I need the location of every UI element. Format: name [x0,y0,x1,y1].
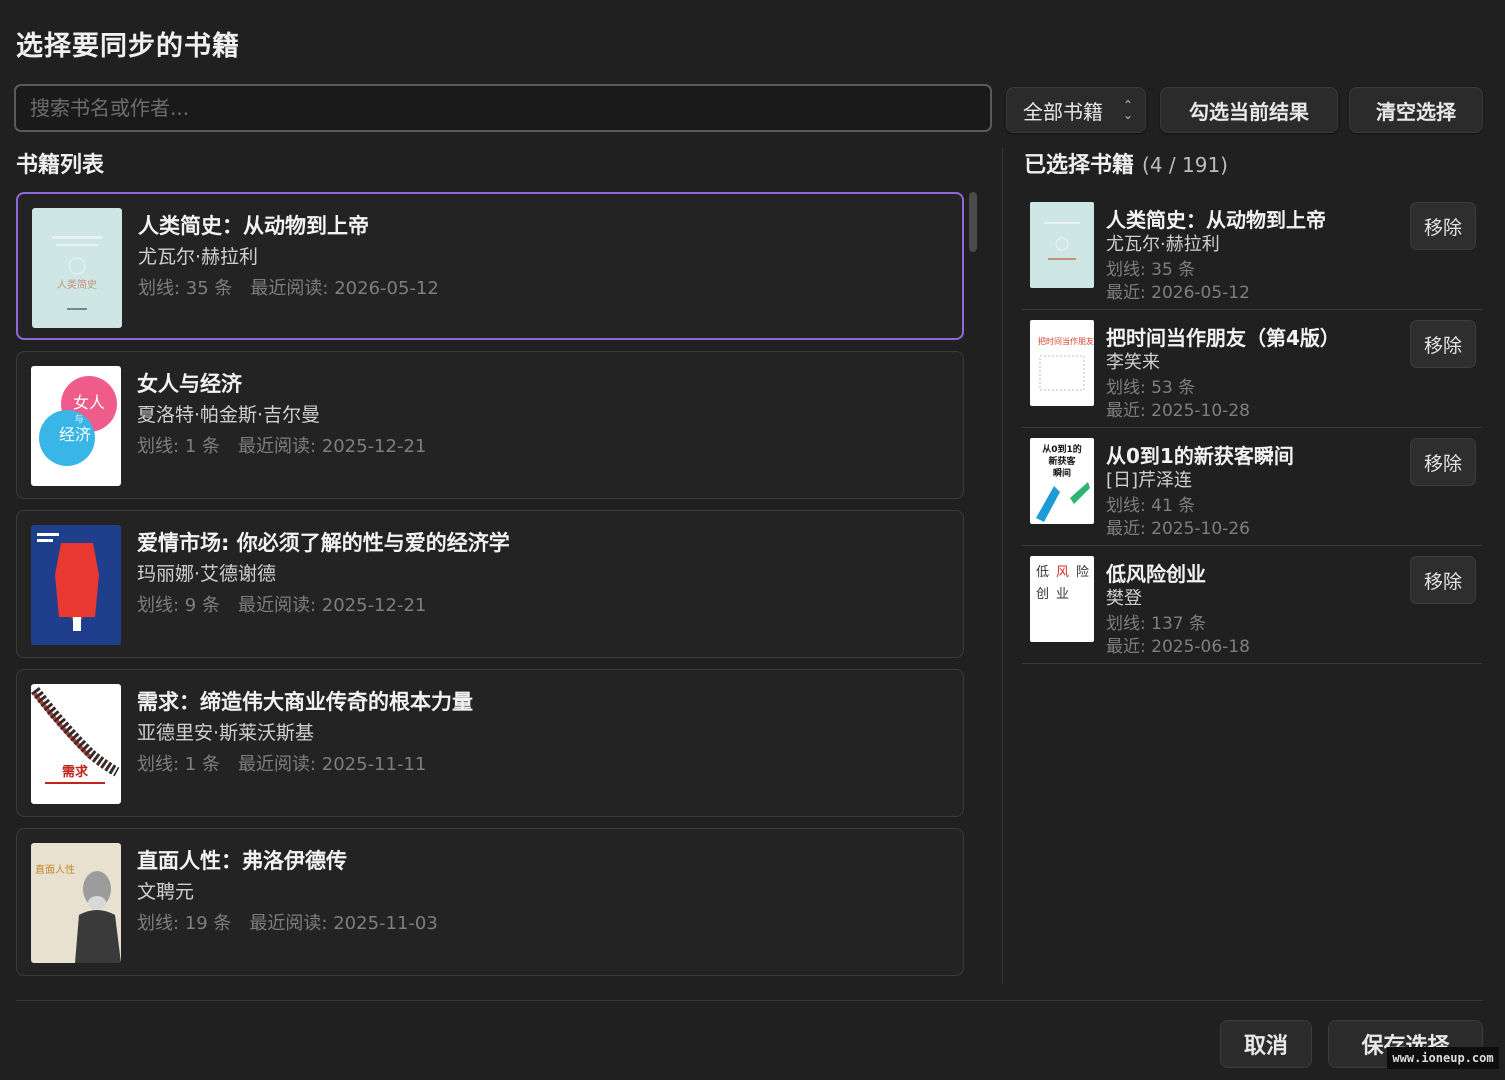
book-card[interactable]: 直面人性 直面人性：弗洛伊德传 文聘元 划线: 19 条最近阅读: 2025-1… [16,828,964,976]
book-cover [1030,202,1094,288]
cover-text: 低 [1036,565,1049,580]
book-highlights: 划线: 19 条 [137,913,232,934]
cover-text: 新获客 [1048,455,1076,467]
selected-item: 低 风 险 创 业 低风险创业 樊登 划线: 137 条 最近: 2025-06… [1022,546,1482,664]
book-last-read: 最近阅读: 2025-12-21 [237,595,427,616]
book-highlights: 划线: 35 条 [138,278,233,299]
selected-highlights: 划线: 137 条 [1106,614,1206,634]
cover-text: 女人 [73,393,105,412]
cover-text: 创 [1036,587,1049,602]
book-cover [31,525,121,645]
book-cover: 女人 与 经济 [31,366,121,486]
cancel-button[interactable]: 取消 [1220,1020,1312,1068]
book-cover: 低 风 险 创 业 [1030,556,1094,642]
book-highlights: 划线: 1 条 [137,754,220,775]
selected-last-read: 最近: 2026-05-12 [1106,283,1250,303]
book-card[interactable]: 爱情市场: 你必须了解的性与爱的经济学 玛丽娜·艾德谢德 划线: 9 条最近阅读… [16,510,964,658]
clear-selection-button[interactable]: 清空选择 [1349,87,1483,133]
book-cover: 直面人性 [31,843,121,963]
book-card[interactable]: 需求 需求：缔造伟大商业传奇的根本力量 亚德里安·斯莱沃斯基 划线: 1 条最近… [16,669,964,817]
book-cover: 人类简史 [32,208,122,328]
cover-text: 直面人性 [35,863,75,876]
book-title: 爱情市场: 你必须了解的性与爱的经济学 [137,531,510,555]
selected-item: 从0到1的 新获客 瞬间 从0到1的新获客瞬间 [日]芹泽连 划线: 41 条 … [1022,428,1482,546]
selected-highlights: 划线: 53 条 [1106,378,1196,398]
book-meta: 划线: 9 条最近阅读: 2025-12-21 [137,591,444,617]
remove-button[interactable]: 移除 [1410,556,1476,604]
selected-last-read: 最近: 2025-10-28 [1106,401,1250,421]
selected-highlights: 划线: 35 条 [1106,260,1196,280]
dialog-title: 选择要同步的书籍 [16,31,240,62]
footer-divider [16,1000,1483,1001]
selected-heading-label: 已选择书籍 [1024,153,1135,178]
selected-heading: 已选择书籍 (4 / 191) [1024,147,1228,179]
cover-text: 业 [1056,587,1069,602]
book-list-scrollbar[interactable] [969,192,977,252]
cover-text: 经济 [59,425,91,444]
book-author: 玛丽娜·艾德谢德 [137,563,277,585]
cover-text: 需求 [62,764,89,780]
check-current-results-button[interactable]: 勾选当前结果 [1160,87,1338,133]
book-last-read: 最近阅读: 2025-11-03 [249,913,438,934]
selected-item: 把时间当作朋友 把时间当作朋友（第4版） 李笑来 划线: 53 条 最近: 20… [1022,310,1482,428]
cover-text: 把时间当作朋友 [1038,336,1094,346]
selected-count: (4 / 191) [1142,153,1228,177]
book-title: 直面人性：弗洛伊德传 [137,849,347,873]
cover-text: 风 [1056,565,1069,580]
cover-text: 与 [74,414,83,425]
book-title: 人类简史：从动物到上帝 [138,214,369,238]
remove-button[interactable]: 移除 [1410,320,1476,368]
filter-select[interactable]: 全部书籍 ⌃ ⌄ [1006,87,1146,133]
selected-last-read: 最近: 2025-10-26 [1106,519,1250,539]
cover-text: 人类简史 [57,278,97,291]
selected-title: 低风险创业 [1106,562,1206,586]
book-last-read: 最近阅读: 2025-11-11 [237,754,427,775]
selected-author: 尤瓦尔·赫拉利 [1106,234,1220,255]
cover-text: 险 [1076,565,1089,580]
book-last-read: 最近阅读: 2025-12-21 [237,436,427,457]
remove-button[interactable]: 移除 [1410,202,1476,250]
book-author: 尤瓦尔·赫拉利 [138,246,259,268]
book-meta: 划线: 1 条最近阅读: 2025-12-21 [137,432,444,458]
selected-item: 人类简史：从动物到上帝 尤瓦尔·赫拉利 划线: 35 条 最近: 2026-05… [1022,192,1482,310]
book-last-read: 最近阅读: 2026-05-12 [250,278,439,299]
book-cover: 从0到1的 新获客 瞬间 [1030,438,1094,524]
book-card[interactable]: 人类简史 人类简史：从动物到上帝 尤瓦尔·赫拉利 划线: 35 条最近阅读: 2… [16,192,964,340]
book-list: 人类简史 人类简史：从动物到上帝 尤瓦尔·赫拉利 划线: 35 条最近阅读: 2… [16,192,964,987]
book-cover: 把时间当作朋友 [1030,320,1094,406]
cover-text: 瞬间 [1053,467,1071,479]
book-cover: 需求 [31,684,121,804]
search-input[interactable] [14,84,992,132]
selected-title: 人类简史：从动物到上帝 [1106,208,1326,232]
chevron-updown-icon: ⌃ ⌄ [1122,98,1133,122]
book-card[interactable]: 女人 与 经济 女人与经济 夏洛特·帕金斯·吉尔曼 划线: 1 条最近阅读: 2… [16,351,964,499]
selected-author: 樊登 [1106,588,1142,609]
filter-select-label: 全部书籍 [1023,99,1103,124]
book-meta: 划线: 1 条最近阅读: 2025-11-11 [137,750,444,776]
selected-author: 李笑来 [1106,352,1160,373]
selected-author: [日]芹泽连 [1106,470,1193,491]
selected-title: 把时间当作朋友（第4版） [1106,326,1340,350]
book-author: 文聘元 [137,881,195,903]
watermark: www.ioneup.com [1387,1047,1499,1069]
selected-highlights: 划线: 41 条 [1106,496,1196,516]
book-title: 需求：缔造伟大商业传奇的根本力量 [137,690,473,714]
selected-list: 人类简史：从动物到上帝 尤瓦尔·赫拉利 划线: 35 条 最近: 2026-05… [1022,192,1482,664]
selected-last-read: 最近: 2025-06-18 [1106,637,1250,657]
book-list-heading: 书籍列表 [16,153,105,178]
book-meta: 划线: 35 条最近阅读: 2026-05-12 [138,274,457,300]
selected-title: 从0到1的新获客瞬间 [1106,444,1294,468]
toolbar: 全部书籍 ⌃⌄ 勾选当前结果 清空选择 [14,84,1483,134]
book-author: 夏洛特·帕金斯·吉尔曼 [137,404,321,426]
remove-button[interactable]: 移除 [1410,438,1476,486]
cover-text: 从0到1的 [1042,443,1082,455]
book-title: 女人与经济 [137,372,242,396]
book-highlights: 划线: 1 条 [137,436,220,457]
book-meta: 划线: 19 条最近阅读: 2025-11-03 [137,909,456,935]
book-author: 亚德里安·斯莱沃斯基 [137,722,315,744]
book-highlights: 划线: 9 条 [137,595,220,616]
panel-divider [1002,148,1003,984]
